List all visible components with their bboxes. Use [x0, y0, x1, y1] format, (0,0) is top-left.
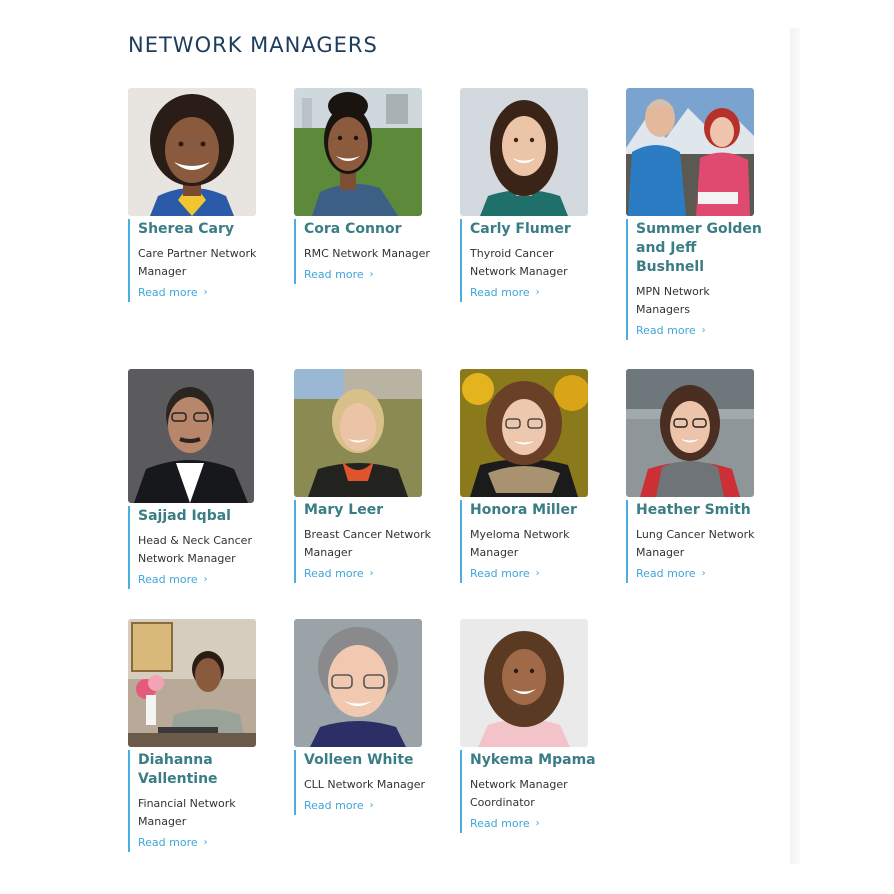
manager-card-summer-golden-jeff-bushnell: Summer Golden and Jeff Bushnell MPN Netw… — [626, 88, 792, 340]
manager-card-volleen-white: Volleen White CLL Network Manager Read m… — [294, 619, 460, 815]
manager-name: Sherea Cary — [138, 221, 235, 237]
manager-info: Nykema Mpama Network Manager Coordinator… — [460, 750, 600, 833]
read-more-link[interactable]: Read more › — [470, 815, 540, 833]
read-more-label: Read more — [304, 799, 364, 812]
managers-grid: Sherea Cary Care Partner Network Manager… — [128, 88, 768, 852]
manager-photo[interactable] — [626, 88, 754, 216]
manager-info: Honora Miller Myeloma Network Manager Re… — [460, 500, 600, 583]
chevron-right-icon: › — [369, 800, 374, 811]
read-more-link[interactable]: Read more › — [138, 284, 208, 302]
manager-info: Heather Smith Lung Cancer Network Manage… — [626, 500, 766, 583]
read-more-label: Read more — [470, 817, 530, 830]
read-more-label: Read more — [304, 268, 364, 281]
manager-photo[interactable] — [294, 619, 422, 747]
read-more-link[interactable]: Read more › — [138, 834, 208, 852]
manager-card-mary-leer: Mary Leer Breast Cancer Network Manager … — [294, 369, 460, 583]
read-more-link[interactable]: Read more › — [470, 284, 540, 302]
manager-name: Sajjad Iqbal — [138, 508, 231, 524]
manager-name: Nykema Mpama — [470, 752, 596, 768]
manager-name: Heather Smith — [636, 502, 751, 518]
read-more-link[interactable]: Read more › — [304, 565, 374, 583]
manager-card-honora-miller: Honora Miller Myeloma Network Manager Re… — [460, 369, 626, 583]
manager-photo[interactable] — [128, 619, 256, 747]
manager-photo[interactable] — [460, 369, 588, 497]
read-more-link[interactable]: Read more › — [636, 565, 706, 583]
manager-photo[interactable] — [294, 369, 422, 497]
manager-name: Volleen White — [304, 752, 414, 768]
manager-role: Lung Cancer Network Manager — [636, 528, 755, 559]
chevron-right-icon: › — [701, 568, 706, 579]
manager-card-sajjad-iqbal: Sajjad Iqbal Head & Neck Cancer Network … — [128, 369, 294, 589]
read-more-link[interactable]: Read more › — [304, 797, 374, 815]
read-more-label: Read more — [304, 567, 364, 580]
manager-card-heather-smith: Heather Smith Lung Cancer Network Manage… — [626, 369, 792, 583]
read-more-label: Read more — [636, 324, 696, 337]
manager-info: Sherea Cary Care Partner Network Manager… — [128, 219, 268, 302]
manager-photo[interactable] — [626, 369, 754, 497]
read-more-link[interactable]: Read more › — [304, 266, 374, 284]
manager-name: Carly Flumer — [470, 221, 571, 237]
manager-role: Head & Neck Cancer Network Manager — [138, 534, 252, 565]
managers-row: Diahanna Vallentine Financial Network Ma… — [128, 619, 768, 852]
chevron-right-icon: › — [535, 568, 540, 579]
read-more-label: Read more — [138, 286, 198, 299]
read-more-link[interactable]: Read more › — [470, 565, 540, 583]
manager-card-cora-connor: Cora Connor RMC Network Manager Read mor… — [294, 88, 460, 284]
manager-role: RMC Network Manager — [304, 247, 430, 260]
manager-role: Care Partner Network Manager — [138, 247, 257, 278]
manager-info: Cora Connor RMC Network Manager Read mor… — [294, 219, 434, 284]
read-more-label: Read more — [138, 836, 198, 849]
manager-info: Sajjad Iqbal Head & Neck Cancer Network … — [128, 506, 268, 589]
read-more-label: Read more — [636, 567, 696, 580]
manager-name: Honora Miller — [470, 502, 577, 518]
chevron-right-icon: › — [535, 818, 540, 829]
manager-card-nykema-mpama: Nykema Mpama Network Manager Coordinator… — [460, 619, 626, 833]
manager-info: Volleen White CLL Network Manager Read m… — [294, 750, 434, 815]
manager-role: CLL Network Manager — [304, 778, 426, 791]
manager-card-sherea-cary: Sherea Cary Care Partner Network Manager… — [128, 88, 294, 302]
chevron-right-icon: › — [203, 574, 208, 585]
chevron-right-icon: › — [535, 287, 540, 298]
manager-role: Thyroid Cancer Network Manager — [470, 247, 568, 278]
chevron-right-icon: › — [369, 568, 374, 579]
read-more-link[interactable]: Read more › — [636, 322, 706, 340]
manager-name: Summer Golden and Jeff Bushnell — [636, 221, 762, 275]
manager-name: Mary Leer — [304, 502, 384, 518]
chevron-right-icon: › — [369, 269, 374, 280]
manager-info: Carly Flumer Thyroid Cancer Network Mana… — [460, 219, 600, 302]
manager-info: Mary Leer Breast Cancer Network Manager … — [294, 500, 434, 583]
chevron-right-icon: › — [701, 325, 706, 336]
manager-photo[interactable] — [460, 88, 588, 216]
read-more-label: Read more — [138, 573, 198, 586]
manager-role: Financial Network Manager — [138, 797, 236, 828]
manager-role: Network Manager Coordinator — [470, 778, 568, 809]
network-managers-page: NETWORK MANAGERS Sherea Cary Care Partne… — [0, 0, 894, 894]
chevron-right-icon: › — [203, 837, 208, 848]
manager-role: Myeloma Network Manager — [470, 528, 570, 559]
manager-card-diahanna-vallentine: Diahanna Vallentine Financial Network Ma… — [128, 619, 294, 852]
manager-name: Cora Connor — [304, 221, 402, 237]
manager-role: MPN Network Managers — [636, 285, 710, 316]
managers-row: Sherea Cary Care Partner Network Manager… — [128, 88, 768, 369]
managers-row: Sajjad Iqbal Head & Neck Cancer Network … — [128, 369, 768, 619]
manager-photo[interactable] — [128, 369, 254, 503]
manager-info: Summer Golden and Jeff Bushnell MPN Netw… — [626, 219, 766, 340]
manager-photo[interactable] — [128, 88, 256, 216]
chevron-right-icon: › — [203, 287, 208, 298]
manager-info: Diahanna Vallentine Financial Network Ma… — [128, 750, 268, 852]
read-more-label: Read more — [470, 286, 530, 299]
page-title: NETWORK MANAGERS — [128, 33, 378, 57]
read-more-link[interactable]: Read more › — [138, 571, 208, 589]
read-more-label: Read more — [470, 567, 530, 580]
manager-name: Diahanna Vallentine — [138, 752, 218, 787]
manager-photo[interactable] — [294, 88, 422, 216]
manager-role: Breast Cancer Network Manager — [304, 528, 432, 559]
manager-photo[interactable] — [460, 619, 588, 747]
manager-card-carly-flumer: Carly Flumer Thyroid Cancer Network Mana… — [460, 88, 626, 302]
